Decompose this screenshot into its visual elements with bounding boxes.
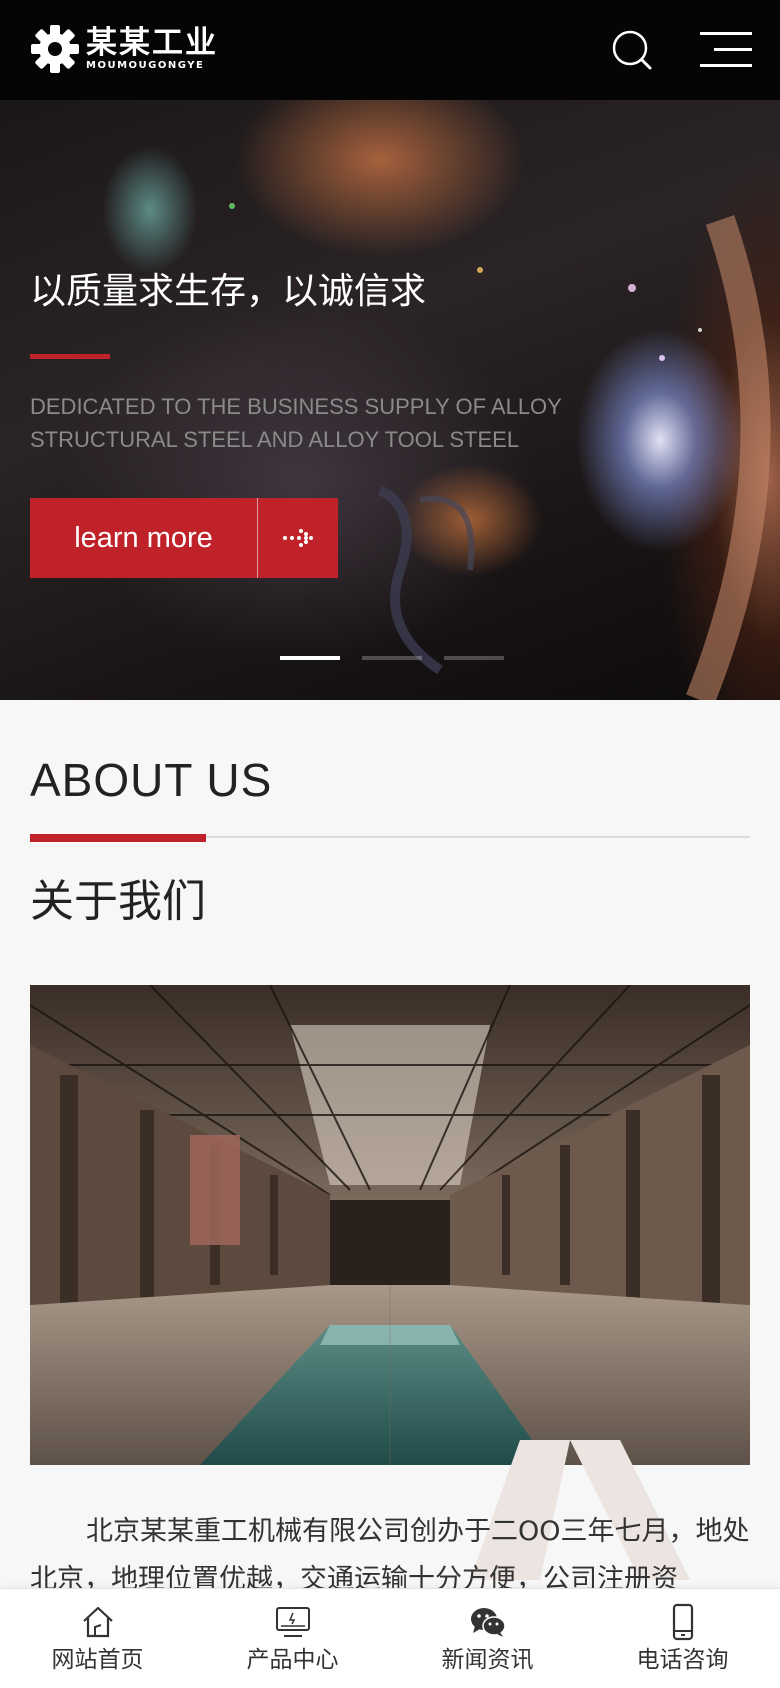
- logo-title: 某某工业: [86, 25, 218, 61]
- slider-dots: [280, 656, 504, 660]
- learn-more-label: learn more: [74, 521, 213, 554]
- slider-dot-3[interactable]: [444, 656, 504, 660]
- logo-text: 某某工业 MOUMOUGONGYE: [86, 26, 218, 72]
- about-heading-cn: 关于我们: [30, 876, 206, 927]
- nav-home-label: 网站首页: [51, 1647, 144, 1673]
- phone-icon: [672, 1603, 693, 1641]
- slider-dot-2[interactable]: [362, 656, 422, 660]
- gear-icon: [31, 25, 79, 73]
- arrow-right-dotted-icon: [283, 529, 313, 547]
- monitor-icon: [275, 1607, 310, 1637]
- hero-subtitle: DEDICATED TO THE BUSINESS SUPPLY OF ALLO…: [30, 394, 562, 452]
- nav-news[interactable]: 新闻资讯: [390, 1589, 585, 1688]
- about-divider-accent: [30, 834, 206, 842]
- wechat-icon: [470, 1608, 506, 1637]
- nav-news-label: 新闻资讯: [441, 1647, 534, 1673]
- header: 某某工业 MOUMOUGONGYE: [0, 0, 780, 100]
- nav-products[interactable]: 产品中心: [195, 1589, 390, 1688]
- hero-title: 以质量求生存，以诚信求: [30, 271, 427, 312]
- nav-products-label: 产品中心: [246, 1647, 339, 1673]
- bottom-navigation: 网站首页 产品中心 新闻资讯 电话咨询: [0, 1588, 780, 1688]
- learn-more-button[interactable]: learn more: [30, 498, 338, 578]
- hero-accent-line: [30, 354, 110, 359]
- hero-banner: 以质量求生存，以诚信求 DEDICATED TO THE BUSINESS SU…: [0, 100, 780, 700]
- factory-hall-photo[interactable]: [30, 985, 750, 1465]
- search-button[interactable]: [610, 28, 654, 72]
- menu-icon: [700, 32, 752, 67]
- about-heading-en: ABOUT US: [30, 754, 273, 806]
- home-icon: [82, 1606, 113, 1638]
- menu-button[interactable]: [700, 28, 752, 72]
- logo[interactable]: 某某工业 MOUMOUGONGYE: [30, 24, 218, 74]
- learn-more-arrow: [258, 498, 338, 578]
- nav-phone-label: 电话咨询: [636, 1647, 729, 1673]
- nav-phone[interactable]: 电话咨询: [585, 1589, 780, 1688]
- slider-dot-1[interactable]: [280, 656, 340, 660]
- nav-home[interactable]: 网站首页: [0, 1589, 195, 1688]
- search-icon: [612, 30, 652, 70]
- logo-subtitle: MOUMOUGONGYE: [86, 60, 205, 71]
